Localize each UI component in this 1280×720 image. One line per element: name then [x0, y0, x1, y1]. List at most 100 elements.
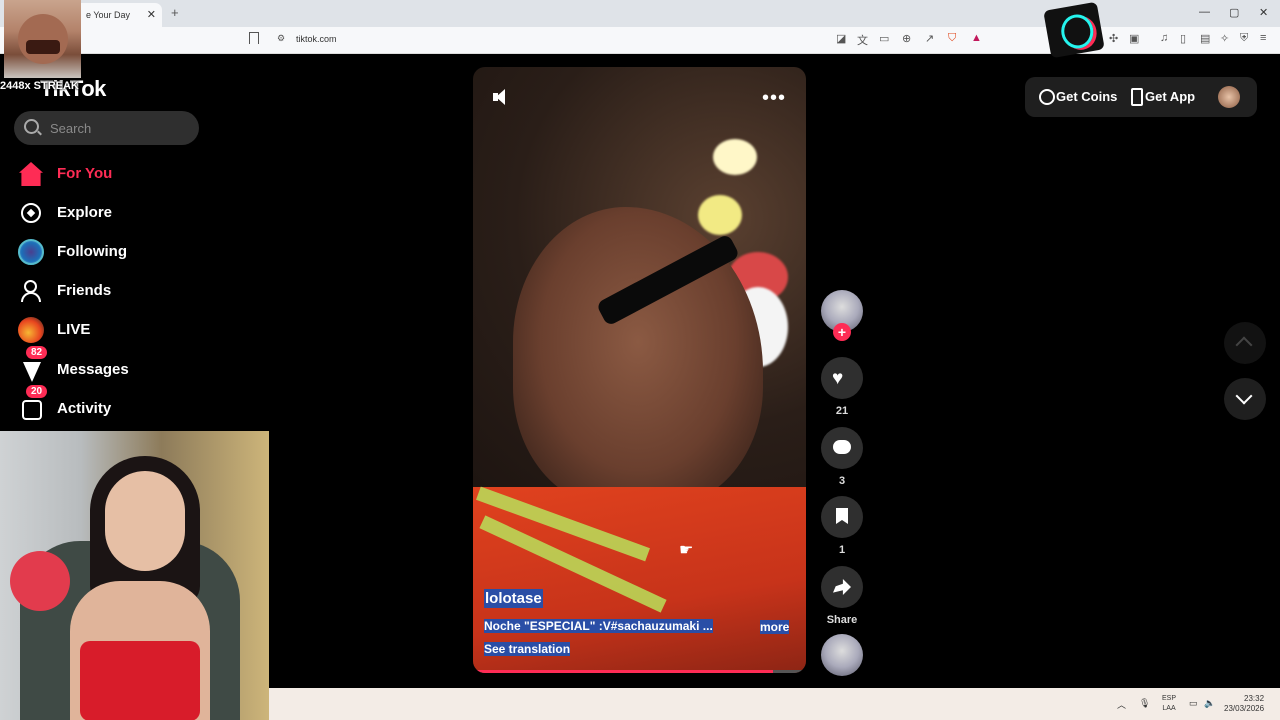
bookmark-icon — [836, 508, 848, 524]
cast-icon[interactable]: ▭ — [879, 32, 889, 45]
video-player[interactable]: ••• lolotase Noche "ESPECIAL" :V#sachauz… — [473, 67, 806, 673]
webcam-clothing — [80, 641, 200, 720]
sidebar-item-label: Friends — [57, 282, 112, 299]
video-author[interactable]: lolotase — [484, 589, 543, 608]
clock-date: 23/03/2026 — [1224, 704, 1265, 713]
get-coins-button[interactable]: Get Coins — [1056, 89, 1117, 104]
sidebar-item-label: Activity — [57, 400, 112, 417]
see-translation-link[interactable]: See translation — [484, 642, 571, 656]
rewards-icon[interactable]: ▲ — [971, 32, 982, 44]
more-options-icon[interactable]: ••• — [762, 87, 786, 110]
network-icon[interactable]: ▭ — [1189, 698, 1198, 709]
microphone-icon — [10, 551, 70, 611]
mouse-cursor-icon: ☛ — [679, 542, 694, 559]
bokeh-light — [698, 195, 742, 235]
share-button[interactable] — [821, 566, 863, 608]
activity-badge: 20 — [26, 385, 48, 398]
heart-icon: ♥ — [832, 368, 844, 389]
coin-icon — [1039, 89, 1055, 105]
sidebar-item-following[interactable]: Following — [14, 234, 244, 270]
meme-overlay-image — [4, 0, 81, 78]
chevron-up-icon — [1235, 336, 1253, 354]
media-icon[interactable]: ♫ — [1160, 32, 1168, 44]
following-avatar-icon — [18, 239, 44, 265]
share-page-icon[interactable]: ↗ — [925, 32, 934, 45]
sidebar-item-messages[interactable]: 82 Messages — [14, 346, 244, 388]
video-progress-bar[interactable] — [473, 670, 806, 673]
sidebar-item-for-you[interactable]: For You — [14, 156, 244, 192]
speaker-icon[interactable]: 🔈 — [1204, 698, 1215, 709]
url-text[interactable]: tiktok.com — [296, 34, 337, 44]
maximize-icon[interactable]: ▢ — [1229, 6, 1239, 19]
search-input[interactable]: Search — [14, 111, 199, 145]
translate-icon[interactable]: 文 — [857, 32, 868, 48]
sidebar-item-explore[interactable]: Explore — [14, 195, 244, 231]
favorite-count: 1 — [838, 544, 846, 556]
phone-icon — [1131, 88, 1143, 106]
video-progress-fill — [473, 670, 773, 673]
follow-plus-button[interactable]: + — [833, 323, 851, 341]
caption-more-link[interactable]: more — [760, 620, 790, 634]
sidebar-item-live[interactable]: LIVE — [14, 312, 244, 348]
vpn-icon[interactable]: ⛨ — [1240, 32, 1248, 45]
get-app-button[interactable]: Get App — [1145, 89, 1195, 104]
live-icon — [18, 317, 44, 343]
system-clock[interactable]: 23:32 23/03/2026 — [1224, 694, 1264, 714]
site-settings-icon[interactable]: ⚙ — [277, 33, 285, 44]
windows-taskbar: ︿ 🎙 ESP LAA ▭ 🔈 23:32 23/03/2026 — [269, 688, 1280, 720]
comment-count: 3 — [838, 475, 846, 487]
search-icon — [24, 119, 39, 134]
friends-icon — [19, 279, 43, 303]
compass-icon — [21, 203, 41, 223]
comment-icon — [833, 440, 851, 454]
media-off-icon[interactable]: ◪ — [836, 32, 846, 45]
profile-avatar[interactable] — [1218, 86, 1240, 108]
mic-tray-icon[interactable]: 🎙 — [1139, 698, 1150, 709]
chevron-down-icon — [1235, 387, 1253, 405]
minimize-icon[interactable]: — — [1199, 6, 1210, 18]
sidebar-toggle-icon[interactable]: ▣ — [1129, 32, 1139, 45]
share-icon — [833, 579, 851, 595]
zoom-icon[interactable]: ⊕ — [902, 32, 911, 45]
bokeh-light — [713, 139, 757, 175]
tray-expand-icon[interactable]: ︿ — [1117, 698, 1126, 711]
video-caption: Noche "ESPECIAL" :V#sachauzumaki ... — [484, 619, 713, 633]
keyboard-layout: LAA — [1162, 705, 1176, 712]
favorite-button[interactable] — [821, 496, 863, 538]
new-tab-button[interactable]: + — [171, 5, 179, 20]
sidebar-item-label: Messages — [57, 361, 129, 378]
tiktok-sticker-icon — [1043, 1, 1105, 59]
share-label: Share — [826, 614, 858, 626]
window-close-icon[interactable]: ✕ — [1259, 6, 1268, 19]
next-video-button[interactable] — [1224, 378, 1266, 420]
menu-icon[interactable]: ≡ — [1260, 32, 1266, 44]
language-indicator[interactable]: ESP LAA — [1162, 694, 1176, 714]
reading-list-icon[interactable]: ▯ — [1180, 32, 1186, 45]
brave-shield-icon[interactable]: ⛉ — [948, 32, 956, 45]
inbox-icon — [23, 362, 41, 382]
meme-mouth — [26, 40, 60, 54]
extensions-icon[interactable]: ✣ — [1109, 32, 1118, 45]
tab-close-icon[interactable]: ✕ — [147, 8, 156, 21]
previous-video-button[interactable] — [1224, 322, 1266, 364]
comment-button[interactable] — [821, 427, 863, 469]
leo-ai-icon[interactable]: ✧ — [1220, 32, 1229, 45]
sidebar-item-label: LIVE — [57, 321, 91, 338]
like-count: 21 — [835, 405, 849, 417]
sidebar-item-label: Explore — [57, 204, 113, 221]
like-button[interactable]: ♥ — [821, 357, 863, 399]
wallet-icon[interactable]: ▤ — [1200, 32, 1210, 45]
sidebar-item-label: For You — [57, 165, 113, 182]
sound-disc-avatar[interactable] — [821, 634, 863, 676]
browser-tab[interactable]: e Your Day ✕ — [70, 3, 162, 27]
sidebar-item-activity[interactable]: 20 Activity — [14, 385, 244, 427]
streak-counter: 2448x STREAK — [0, 80, 79, 92]
meme-face — [18, 14, 68, 64]
sidebar-item-friends[interactable]: Friends — [14, 273, 244, 309]
volume-icon[interactable] — [493, 89, 511, 105]
search-placeholder: Search — [50, 121, 92, 136]
messages-badge: 82 — [26, 346, 48, 359]
sidebar-item-label: Following — [57, 243, 127, 260]
bookmark-icon[interactable] — [249, 32, 259, 44]
webcam-overlay — [0, 431, 269, 720]
